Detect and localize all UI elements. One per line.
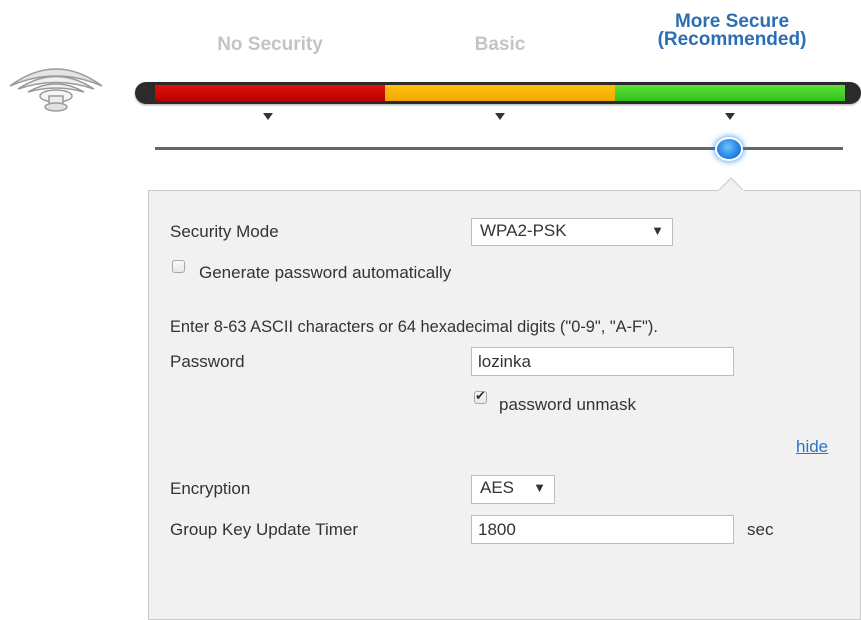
password-unmask-checkbox[interactable]	[474, 388, 487, 404]
encryption-label: Encryption	[170, 479, 251, 498]
security-mode-label: Security Mode	[170, 222, 279, 241]
encryption-select[interactable]: AES ▼	[471, 475, 555, 504]
group-key-timer-label: Group Key Update Timer	[170, 520, 359, 539]
level-tick-marker	[263, 113, 273, 120]
wifi-router-icon	[6, 62, 106, 114]
level-segment-none	[155, 85, 385, 101]
encryption-value: AES	[480, 478, 515, 497]
level-no-security[interactable]: No Security	[195, 35, 345, 54]
generate-password-checkbox[interactable]	[172, 260, 185, 273]
security-level-bar	[135, 82, 861, 104]
group-key-timer-input[interactable]	[471, 515, 734, 544]
password-label: Password	[170, 352, 245, 371]
password-unmask-label: password unmask	[499, 395, 637, 414]
security-mode-select[interactable]: WPA2-PSK ▼	[471, 218, 673, 246]
timer-unit-label: sec	[747, 520, 774, 539]
generate-password-label: Generate password automatically	[199, 263, 452, 282]
chevron-down-icon: ▼	[651, 223, 664, 238]
security-mode-value: WPA2-PSK	[480, 221, 567, 240]
password-hint: Enter 8-63 ASCII characters or 64 hexade…	[170, 318, 658, 336]
chevron-down-icon: ▼	[533, 480, 546, 495]
panel-pointer	[718, 177, 744, 191]
level-basic[interactable]: Basic	[440, 35, 560, 54]
level-segment-basic	[385, 85, 615, 101]
level-tick-marker	[725, 113, 735, 120]
password-input[interactable]	[471, 347, 734, 376]
level-more-secure[interactable]: More Secure (Recommended)	[632, 12, 832, 49]
level-tick-marker	[495, 113, 505, 120]
security-slider-thumb[interactable]	[717, 139, 741, 159]
hide-link[interactable]: hide	[796, 437, 828, 457]
level-segment-secure	[615, 85, 845, 101]
